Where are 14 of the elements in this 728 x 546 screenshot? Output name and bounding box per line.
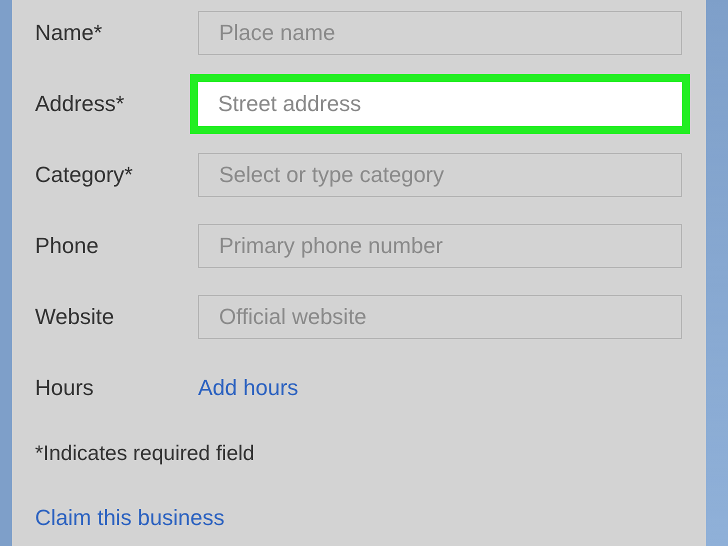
required-note: *Indicates required field [35,441,256,467]
field-label: Name* [35,20,104,46]
field-label: Phone [35,233,100,259]
input-field[interactable]: Place name [198,11,682,55]
field-label: Address* [35,91,126,117]
input-field[interactable]: Official website [198,295,682,339]
claim-business-link[interactable]: Claim this business [35,503,225,533]
input-field[interactable]: Select or type category [198,153,682,197]
field-label: Hours [35,375,95,401]
input-field[interactable]: Primary phone number [198,224,682,268]
field-label: Category* [35,162,134,188]
input-field[interactable]: Street address [190,74,690,134]
add-hours-link[interactable]: Add hours [198,375,298,401]
field-label: Website [35,304,116,330]
